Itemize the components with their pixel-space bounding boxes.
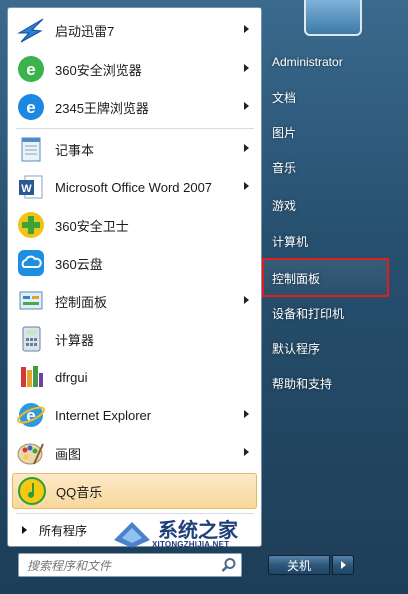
right-item-label: 游戏	[272, 198, 297, 213]
program-item-360-safe[interactable]: 360安全卫士	[12, 207, 257, 243]
right-item-label: 帮助和支持	[272, 376, 333, 391]
program-label: 360云盘	[55, 256, 103, 272]
defrag-icon	[15, 361, 47, 393]
right-item-default-programs[interactable]: 默认程序	[262, 333, 392, 363]
program-label: 记事本	[55, 142, 95, 158]
program-item-notepad[interactable]: 记事本	[12, 131, 257, 167]
2345-browser-icon: e	[15, 91, 47, 123]
watermark-title: 系统之家	[158, 518, 238, 542]
program-label: 控制面板	[55, 294, 108, 310]
program-item-360-browser[interactable]: e 360安全浏览器	[12, 51, 257, 87]
program-label: 360安全卫士	[55, 218, 129, 234]
shutdown-button[interactable]: 关机	[268, 555, 330, 575]
program-item-ie[interactable]: e Internet Explorer	[12, 397, 257, 433]
360-browser-icon: e	[15, 53, 47, 85]
program-item-qq-music[interactable]: QQ音乐	[12, 473, 257, 509]
svg-text:e: e	[26, 98, 35, 117]
user-picture[interactable]	[304, 0, 362, 36]
right-item-user[interactable]: Administrator	[262, 47, 392, 77]
right-item-music[interactable]: 音乐	[262, 152, 392, 182]
submenu-arrow-icon[interactable]	[244, 448, 249, 456]
search-input[interactable]	[25, 556, 219, 576]
right-item-computer[interactable]: 计算机	[262, 226, 392, 256]
submenu-arrow-icon[interactable]	[244, 144, 249, 152]
program-item-word[interactable]: W Microsoft Office Word 2007	[12, 169, 257, 205]
program-label: dfrgui	[55, 369, 88, 385]
submenu-arrow-icon[interactable]	[244, 64, 249, 72]
right-item-pictures[interactable]: 图片	[262, 117, 392, 147]
shutdown-options-arrow-icon[interactable]	[332, 555, 354, 575]
watermark-url: XITONGZHIJIA.NET	[152, 540, 230, 549]
program-label: 2345王牌浏览器	[55, 100, 149, 116]
program-item-360-cloud[interactable]: 360云盘	[12, 245, 257, 281]
search-box[interactable]	[18, 553, 242, 577]
program-label: Microsoft Office Word 2007	[55, 179, 213, 195]
program-label: QQ音乐	[56, 484, 103, 500]
ie-icon: e	[15, 399, 47, 431]
submenu-arrow-icon[interactable]	[244, 102, 249, 110]
separator	[16, 128, 254, 129]
program-label: 360安全浏览器	[55, 62, 142, 78]
right-item-label: 图片	[272, 125, 297, 140]
all-programs-label: 所有程序	[39, 523, 88, 538]
program-label: 计算器	[55, 332, 95, 348]
360-cloud-icon	[15, 247, 47, 279]
program-label: 画图	[55, 446, 82, 462]
svg-text:e: e	[26, 60, 35, 79]
program-item-calculator[interactable]: 计算器	[12, 321, 257, 357]
watermark-logo-icon	[114, 522, 150, 548]
submenu-arrow-icon[interactable]	[244, 25, 249, 33]
word-icon: W	[15, 171, 47, 203]
right-item-control-panel[interactable]: 控制面板	[262, 263, 392, 293]
right-item-label: 音乐	[272, 160, 297, 175]
search-icon[interactable]	[221, 557, 237, 573]
paint-icon	[15, 437, 47, 469]
right-item-devices-printers[interactable]: 设备和打印机	[262, 298, 392, 328]
program-item-paint[interactable]: 画图	[12, 435, 257, 471]
right-item-label: 文档	[272, 90, 297, 105]
right-item-label: 默认程序	[272, 341, 321, 356]
submenu-arrow-icon[interactable]	[244, 296, 249, 304]
360-safe-icon	[15, 209, 47, 241]
program-item-dfrgui[interactable]: dfrgui	[12, 359, 257, 395]
program-label: Internet Explorer	[55, 407, 152, 423]
notepad-icon	[15, 133, 47, 165]
submenu-arrow-icon[interactable]	[244, 410, 249, 418]
calculator-icon	[15, 323, 47, 355]
watermark: 系统之家 XITONGZHIJIA.NET	[110, 514, 260, 554]
program-item-control-panel[interactable]: 控制面板	[12, 283, 257, 319]
right-item-label: 计算机	[272, 234, 309, 249]
program-item-2345-browser[interactable]: e 2345王牌浏览器	[12, 89, 257, 125]
right-item-label: 设备和打印机	[272, 306, 345, 321]
right-item-games[interactable]: 游戏	[262, 190, 392, 220]
program-list: 启动迅雷7 e 360安全浏览器 e 2345王牌浏览器 记事本 W Micro…	[7, 7, 262, 547]
thunder-icon	[15, 14, 47, 46]
program-item-thunder[interactable]: 启动迅雷7	[12, 12, 257, 48]
program-label: 启动迅雷7	[55, 23, 115, 39]
right-item-label: Administrator	[272, 55, 343, 69]
qq-music-icon	[16, 475, 48, 507]
svg-text:W: W	[21, 183, 32, 195]
right-item-label: 控制面板	[272, 271, 321, 286]
right-item-documents[interactable]: 文档	[262, 82, 392, 112]
expand-arrow-icon	[22, 526, 27, 534]
control-panel-icon	[15, 285, 47, 317]
submenu-arrow-icon[interactable]	[244, 182, 249, 190]
right-item-help-support[interactable]: 帮助和支持	[262, 368, 392, 398]
